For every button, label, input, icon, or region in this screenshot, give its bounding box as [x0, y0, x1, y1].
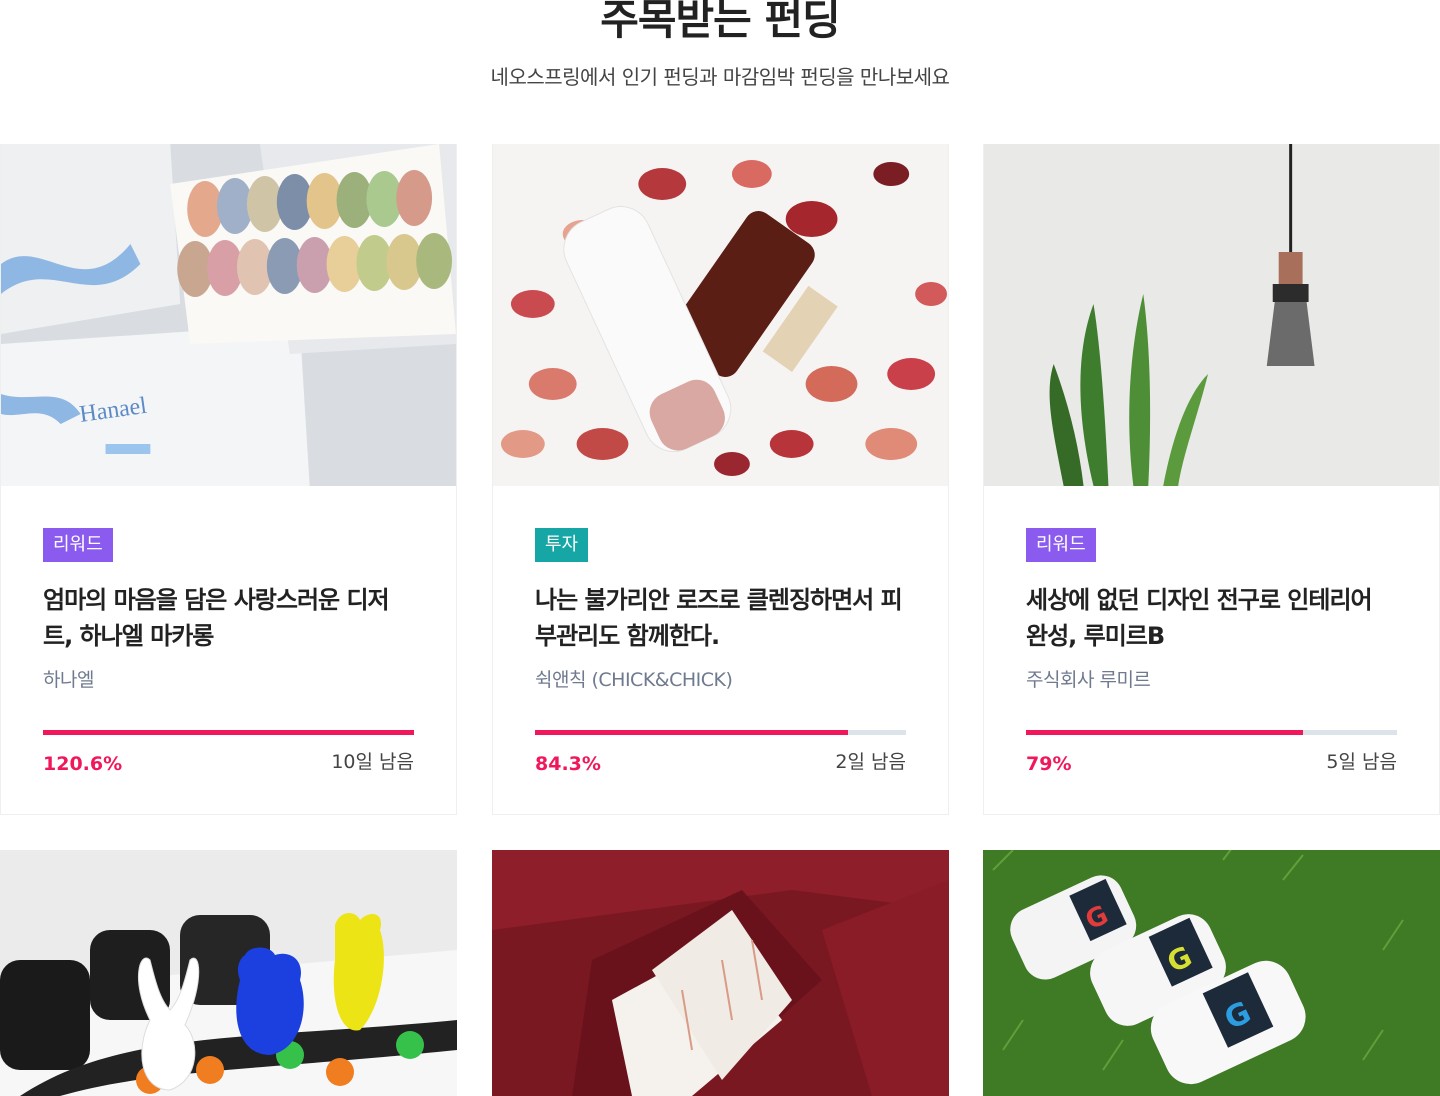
progress-fill: [43, 730, 414, 735]
funding-type-badge: 리워드: [43, 528, 113, 562]
funding-card[interactable]: Hanael 리워드 엄마의 마음을 담은 사랑스러운 디저트, 하나엘 마카롱…: [0, 144, 457, 815]
achievement-rate: 120.6%: [43, 753, 123, 775]
days-remaining: 10일 남음: [331, 751, 414, 773]
macaron-box-image[interactable]: Hanael: [1, 144, 456, 486]
progress-fill: [1026, 730, 1303, 735]
progress-fill: [535, 730, 848, 735]
days-remaining: 2일 남음: [835, 751, 906, 773]
card-body: 리워드 엄마의 마음을 담은 사랑스러운 디저트, 하나엘 마카롱 하나엘 12…: [1, 486, 456, 814]
days-remaining: 5일 남음: [1326, 751, 1397, 773]
progress-bar: [535, 730, 906, 735]
bottles-on-grass-image[interactable]: G G G: [983, 850, 1440, 1096]
achievement-rate: 79%: [1026, 753, 1072, 775]
funding-type-badge: 리워드: [1026, 528, 1096, 562]
rose-cleanser-image[interactable]: [493, 144, 948, 486]
card-title[interactable]: 세상에 없던 디자인 전구로 인테리어 완성, 루미르B: [1026, 582, 1397, 654]
card-title[interactable]: 나는 불가리안 로즈로 클렌징하면서 피부관리도 함께한다.: [535, 582, 906, 654]
funding-card[interactable]: G G G: [983, 850, 1440, 1096]
maker-name: 쉭앤칙 (CHICK&CHICK): [535, 669, 733, 691]
maker-name: 주식회사 루미르: [1026, 669, 1151, 691]
funding-type-badge: 투자: [535, 528, 589, 562]
red-gift-box-image[interactable]: [492, 850, 949, 1096]
section-title: 주목받는 펀딩: [600, 0, 840, 44]
section-subtitle: 네오스프링에서 인기 펀딩과 마감임박 펀딩을 만나보세요: [490, 65, 950, 89]
funding-card[interactable]: 투자 나는 불가리안 로즈로 클렌징하면서 피부관리도 함께한다. 쉭앤칙 (C…: [492, 144, 949, 815]
funding-card[interactable]: 리워드 세상에 없던 디자인 전구로 인테리어 완성, 루미르B 주식회사 루미…: [983, 144, 1440, 815]
card-body: 리워드 세상에 없던 디자인 전구로 인테리어 완성, 루미르B 주식회사 루미…: [984, 486, 1439, 814]
pendant-lamp-image[interactable]: [984, 144, 1439, 486]
progress-bar: [1026, 730, 1397, 735]
maker-name: 하나엘: [43, 669, 94, 691]
card-title[interactable]: 엄마의 마음을 담은 사랑스러운 디저트, 하나엘 마카롱: [43, 582, 414, 654]
achievement-rate: 84.3%: [535, 753, 601, 775]
funding-card[interactable]: [492, 850, 949, 1096]
card-body: 투자 나는 불가리안 로즈로 클렌징하면서 피부관리도 함께한다. 쉭앤칙 (C…: [493, 486, 948, 814]
funding-card[interactable]: [0, 850, 457, 1096]
character-boardgame-image[interactable]: [0, 850, 457, 1096]
progress-bar: [43, 730, 414, 735]
